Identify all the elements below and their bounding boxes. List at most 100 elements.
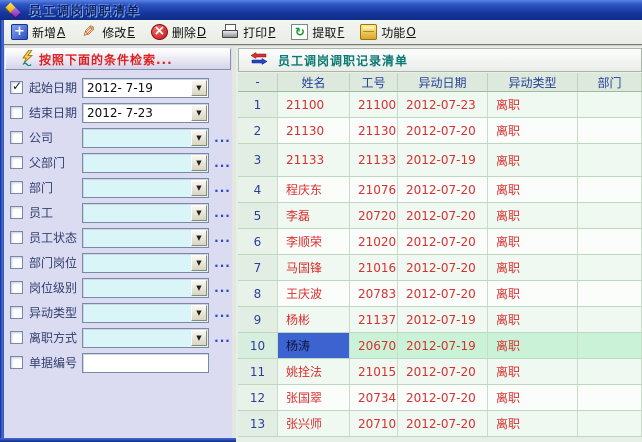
name-cell[interactable]: 张国翠 <box>278 385 350 410</box>
dept-cell[interactable] <box>578 411 642 436</box>
change-type-cell[interactable]: 离职 <box>488 92 578 117</box>
filter-checkbox[interactable]: ✓ <box>10 81 23 94</box>
lookup-dots-button[interactable]: ... <box>213 181 232 195</box>
filter-input[interactable]: ▼ <box>82 178 209 198</box>
emp-no-cell[interactable]: 20734 <box>350 385 398 410</box>
table-row[interactable]: 12 张国翠 20734 2012-07-20 离职 <box>238 385 642 411</box>
name-cell[interactable]: 张兴师 <box>278 411 350 436</box>
filter-input[interactable]: ▼ <box>82 278 209 298</box>
filter-input[interactable]: ▼ <box>82 203 209 223</box>
row-number-cell[interactable]: 11 <box>238 359 278 384</box>
name-cell[interactable]: 王庆波 <box>278 281 350 306</box>
filter-checkbox[interactable]: ✓ <box>10 331 23 344</box>
dept-cell[interactable] <box>578 359 642 384</box>
dept-cell[interactable] <box>578 177 642 202</box>
lookup-dots-button[interactable]: ... <box>213 231 232 245</box>
row-number-cell[interactable]: 9 <box>238 307 278 332</box>
emp-no-cell[interactable]: 21076 <box>350 177 398 202</box>
column-header[interactable]: - <box>238 73 278 91</box>
emp-no-cell[interactable]: 20720 <box>350 203 398 228</box>
row-number-cell[interactable]: 1 <box>238 92 278 117</box>
change-type-cell[interactable]: 离职 <box>488 333 578 358</box>
dept-cell[interactable] <box>578 118 642 143</box>
toolbar-button[interactable]: 修改E <box>76 20 143 44</box>
change-date-cell[interactable]: 2012-07-20 <box>398 229 488 254</box>
row-number-cell[interactable]: 8 <box>238 281 278 306</box>
name-cell[interactable]: 马国锋 <box>278 255 350 280</box>
name-cell[interactable]: 21133 <box>278 144 350 176</box>
dropdown-arrow-icon[interactable]: ▼ <box>191 130 207 146</box>
dropdown-arrow-icon[interactable]: ▼ <box>191 230 207 246</box>
table-row[interactable]: 9 杨彬 21137 2012-07-19 离职 <box>238 307 642 333</box>
change-date-cell[interactable]: 2012-07-20 <box>398 411 488 436</box>
dropdown-arrow-icon[interactable]: ▼ <box>191 280 207 296</box>
row-number-cell[interactable]: 10 <box>238 333 278 358</box>
change-type-cell[interactable]: 离职 <box>488 385 578 410</box>
filter-input[interactable]: ▼ <box>82 153 209 173</box>
table-row[interactable]: 2 21130 21130 2012-07-20 离职 <box>238 118 642 144</box>
emp-no-cell[interactable]: 21100 <box>350 92 398 117</box>
dept-cell[interactable] <box>578 333 642 358</box>
filter-checkbox[interactable]: ✓ <box>10 256 23 269</box>
toolbar-button[interactable]: 新增A <box>6 20 73 44</box>
row-number-cell[interactable]: 7 <box>238 255 278 280</box>
row-number-cell[interactable]: 5 <box>238 203 278 228</box>
change-type-cell[interactable]: 离职 <box>488 255 578 280</box>
change-type-cell[interactable]: 离职 <box>488 118 578 143</box>
search-conditions-button[interactable]: 按照下面的条件检索... <box>5 48 231 70</box>
lookup-dots-button[interactable]: ... <box>213 306 232 320</box>
filter-input[interactable]: ▼ <box>82 303 209 323</box>
filter-checkbox[interactable]: ✓ <box>10 181 23 194</box>
row-number-cell[interactable]: 6 <box>238 229 278 254</box>
table-row[interactable]: 4 程庆东 21076 2012-07-20 离职 <box>238 177 642 203</box>
filter-checkbox[interactable]: ✓ <box>10 281 23 294</box>
column-header[interactable]: 部门 <box>578 73 642 91</box>
change-date-cell[interactable]: 2012-07-20 <box>398 385 488 410</box>
lookup-dots-button[interactable]: ... <box>213 331 232 345</box>
dept-cell[interactable] <box>578 144 642 176</box>
filter-checkbox[interactable]: ✓ <box>10 131 23 144</box>
change-type-cell[interactable]: 离职 <box>488 281 578 306</box>
dept-cell[interactable] <box>578 229 642 254</box>
dept-cell[interactable] <box>578 281 642 306</box>
table-row[interactable]: 7 马国锋 21016 2012-07-20 离职 <box>238 255 642 281</box>
name-cell[interactable]: 李顺荣 <box>278 229 350 254</box>
change-date-cell[interactable]: 2012-07-20 <box>398 359 488 384</box>
name-cell[interactable]: 姚拴法 <box>278 359 350 384</box>
change-date-cell[interactable]: 2012-07-19 <box>398 144 488 176</box>
row-number-cell[interactable]: 3 <box>238 144 278 176</box>
change-date-cell[interactable]: 2012-07-20 <box>398 177 488 202</box>
change-type-cell[interactable]: 离职 <box>488 229 578 254</box>
lookup-dots-button[interactable]: ... <box>213 206 232 220</box>
filter-input[interactable]: 2012- 7-23 ▼ <box>82 103 209 123</box>
filter-checkbox[interactable]: ✓ <box>10 356 23 369</box>
emp-no-cell[interactable]: 20783 <box>350 281 398 306</box>
name-cell[interactable]: 李磊 <box>278 203 350 228</box>
dept-cell[interactable] <box>578 385 642 410</box>
table-row[interactable]: 5 李磊 20720 2012-07-20 离职 <box>238 203 642 229</box>
dept-cell[interactable] <box>578 92 642 117</box>
toolbar-button[interactable]: 提取F <box>286 20 352 44</box>
table-row[interactable]: 8 王庆波 20783 2012-07-20 离职 <box>238 281 642 307</box>
name-cell[interactable]: 程庆东 <box>278 177 350 202</box>
column-header[interactable]: 异动类型 <box>488 73 578 91</box>
emp-no-cell[interactable]: 21015 <box>350 359 398 384</box>
change-type-cell[interactable]: 离职 <box>488 307 578 332</box>
change-type-cell[interactable]: 离职 <box>488 144 578 176</box>
filter-checkbox[interactable]: ✓ <box>10 231 23 244</box>
change-type-cell[interactable]: 离职 <box>488 177 578 202</box>
column-header[interactable]: 异动日期 <box>398 73 488 91</box>
row-number-cell[interactable]: 2 <box>238 118 278 143</box>
dropdown-arrow-icon[interactable]: ▼ <box>191 155 207 171</box>
dropdown-arrow-icon[interactable]: ▼ <box>191 180 207 196</box>
dropdown-arrow-icon[interactable]: ▼ <box>191 105 207 121</box>
filter-input[interactable]: ▼ <box>82 328 209 348</box>
dropdown-arrow-icon[interactable]: ▼ <box>191 330 207 346</box>
table-row[interactable]: 3 21133 21133 2012-07-19 离职 <box>238 144 642 177</box>
column-header[interactable]: 工号 <box>350 73 398 91</box>
lookup-dots-button[interactable]: ... <box>213 281 232 295</box>
column-header[interactable]: 姓名 <box>278 73 350 91</box>
emp-no-cell[interactable]: 21020 <box>350 229 398 254</box>
filter-input[interactable]: ▼ <box>82 228 209 248</box>
toolbar-button[interactable]: 打印P <box>217 20 283 44</box>
